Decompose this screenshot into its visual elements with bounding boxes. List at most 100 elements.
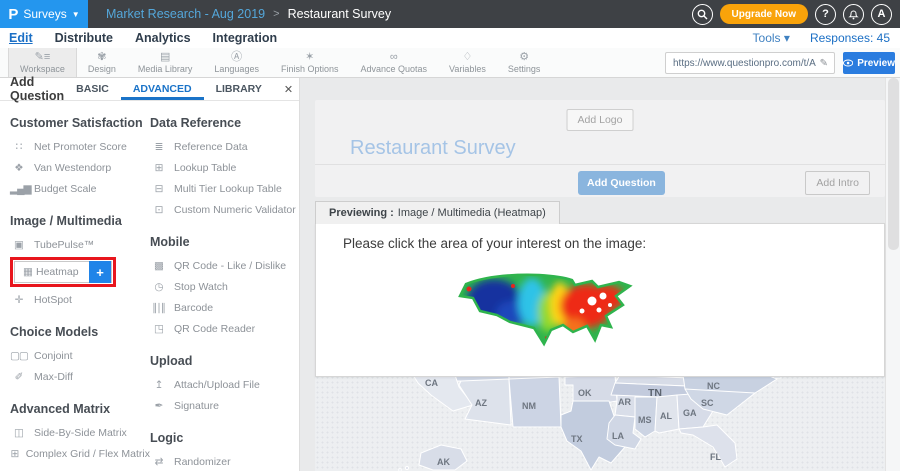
toolbar-workspace-button[interactable]: ✎≡ Workspace (8, 48, 77, 77)
cursor-target-icon: ✛ (10, 294, 27, 306)
survey-title[interactable]: Restaurant Survey (350, 137, 516, 160)
item-net-promoter-score[interactable]: ∷ Net Promoter Score (10, 136, 150, 157)
eye-icon (843, 59, 853, 67)
survey-url-input[interactable] (666, 58, 820, 69)
tools-menu[interactable]: Tools ▾ (753, 31, 790, 45)
preview-button[interactable]: Preview (843, 52, 895, 74)
notifications-button[interactable] (843, 4, 864, 25)
add-question-button[interactable]: Add Question (578, 171, 665, 195)
stopwatch-icon: ◷ (150, 281, 167, 293)
responses-count[interactable]: Responses: 45 (810, 31, 890, 45)
section-heading: Advanced Matrix (10, 402, 150, 416)
magic-wand-icon: ✶ (305, 51, 314, 63)
us-states-graphic: CA AZ NM OK AR TN NC SC MS AL GA TX LA F… (315, 375, 883, 471)
stacked-table-icon: ⊟ (150, 183, 167, 195)
qr-scanner-icon: ◳ (150, 323, 167, 335)
help-button[interactable]: ? (815, 4, 836, 25)
translate-icon: Ⓐ (231, 51, 242, 63)
item-qr-code-reader[interactable]: ◳ QR Code Reader (150, 318, 298, 339)
toolbar-media-library-button[interactable]: ▤ Media Library (127, 48, 204, 77)
chevron-down-icon: ▼ (72, 10, 80, 19)
state-label-ms: MS (638, 415, 652, 425)
avatar[interactable]: A (871, 4, 892, 25)
breadcrumb-separator: > (273, 8, 279, 20)
item-barcode[interactable]: ∥∣∥ Barcode (150, 297, 298, 318)
video-camera-icon: ▣ (10, 239, 27, 251)
item-signature[interactable]: ✒ Signature (150, 395, 298, 416)
nav-tab-distribute[interactable]: Distribute (55, 31, 113, 45)
toolbar-finish-options-button[interactable]: ✶ Finish Options (270, 48, 350, 77)
chain-links-icon: ∞ (390, 51, 398, 63)
nps-scale-icon: ∷ (10, 141, 27, 153)
item-lookup-table[interactable]: ⊞ Lookup Table (150, 157, 298, 178)
state-label-ok: OK (578, 388, 592, 398)
breadcrumb-current: Restaurant Survey (288, 7, 392, 21)
toolbar-variables-button[interactable]: ♢ Variables (438, 48, 497, 77)
item-complex-grid[interactable]: ⊞ Complex Grid / Flex Matrix (10, 443, 150, 464)
item-side-by-side-matrix[interactable]: ◫ Side-By-Side Matrix (10, 422, 150, 443)
question-text: Please click the area of your interest o… (343, 236, 646, 251)
us-heatmap-graphic (454, 270, 654, 355)
item-qr-code-like-dislike[interactable]: ▩ QR Code - Like / Dislike (150, 255, 298, 276)
add-logo-button[interactable]: Add Logo (567, 109, 634, 131)
item-conjoint[interactable]: ▢▢ Conjoint (10, 345, 150, 366)
item-randomizer[interactable]: ⇄ Randomizer (150, 451, 298, 471)
add-intro-button[interactable]: Add Intro (805, 171, 870, 195)
us-states-map[interactable]: CA AZ NM OK AR TN NC SC MS AL GA TX LA F… (315, 375, 885, 471)
scrollbar-track[interactable] (885, 78, 900, 471)
heatmap-highlight-box: ▦ Heatmap + (10, 257, 116, 287)
chevron-down-icon: ▾ (784, 31, 790, 45)
nav-tab-edit[interactable]: Edit (9, 31, 33, 45)
section-choice-models: Choice Models ▢▢ Conjoint ✐ Max-Diff (10, 325, 150, 387)
item-hotspot[interactable]: ✛ HotSpot (10, 289, 150, 310)
item-custom-numeric-validator[interactable]: ⊡ Custom Numeric Validator (150, 199, 298, 220)
section-heading: Data Reference (150, 116, 298, 130)
state-label-tn: TN (648, 387, 662, 399)
section-mobile: Mobile ▩ QR Code - Like / Dislike ◷ Stop… (150, 235, 298, 339)
previewing-prefix: Previewing : (329, 207, 394, 219)
section-heading: Upload (150, 354, 298, 368)
nav-tab-integration[interactable]: Integration (213, 31, 278, 45)
toolbar-settings-button[interactable]: ⚙ Settings (497, 48, 552, 77)
add-heatmap-button[interactable]: + (89, 261, 111, 283)
heatmap-image[interactable] (454, 270, 654, 360)
upgrade-now-button[interactable]: Upgrade Now (720, 4, 808, 24)
tab-basic[interactable]: BASIC (64, 78, 121, 100)
section-heading: Logic (150, 431, 298, 445)
state-label-al: AL (660, 411, 672, 421)
close-panel-button[interactable]: ✕ (274, 78, 303, 100)
item-reference-data[interactable]: ≣ Reference Data (150, 136, 298, 157)
toolbar-advance-quotas-button[interactable]: ∞ Advance Quotas (349, 48, 438, 77)
section-heading: Mobile (150, 235, 298, 249)
item-attach-upload-file[interactable]: ↥ Attach/Upload File (150, 374, 298, 395)
add-question-panel: Add Question BASIC ADVANCED LIBRARY ✕ Cu… (0, 78, 300, 471)
heatmap-question-preview: Please click the area of your interest o… (315, 223, 885, 377)
tab-library[interactable]: LIBRARY (204, 78, 274, 100)
item-van-westendorp[interactable]: ❖ Van Westendorp (10, 157, 150, 178)
top-bar: P Surveys ▼ Market Research - Aug 2019 >… (0, 0, 900, 28)
divider (315, 164, 885, 165)
surveys-menu[interactable]: P Surveys ▼ (0, 0, 88, 28)
item-tubepulse[interactable]: ▣ TubePulse™ (10, 234, 150, 255)
tab-advanced[interactable]: ADVANCED (121, 78, 204, 100)
surveys-menu-label: Surveys (23, 7, 66, 21)
scrollbar-thumb[interactable] (888, 78, 899, 250)
previewing-value: Image / Multimedia (Heatmap) (398, 207, 546, 219)
state-label-tx: TX (571, 434, 583, 444)
breadcrumb-folder[interactable]: Market Research - Aug 2019 (106, 7, 265, 21)
item-heatmap[interactable]: ▦ Heatmap + (14, 261, 112, 283)
item-stop-watch[interactable]: ◷ Stop Watch (150, 276, 298, 297)
state-label-ak: AK (437, 457, 450, 467)
edit-toolbar: ✎≡ Workspace ✾ Design ▤ Media Library Ⓐ … (0, 48, 900, 78)
nav-tab-analytics[interactable]: Analytics (135, 31, 191, 45)
item-max-diff[interactable]: ✐ Max-Diff (10, 366, 150, 387)
state-label-ar: AR (618, 397, 631, 407)
cards-icon: ▢▢ (10, 350, 27, 362)
qr-code-icon: ▩ (150, 260, 167, 272)
edit-url-pencil-icon[interactable]: ✎ (820, 58, 834, 69)
item-budget-scale[interactable]: ▂▄▆ Budget Scale (10, 178, 150, 199)
toolbar-languages-button[interactable]: Ⓐ Languages (203, 48, 270, 77)
toolbar-design-button[interactable]: ✾ Design (77, 48, 127, 77)
item-multi-tier-lookup-table[interactable]: ⊟ Multi Tier Lookup Table (150, 178, 298, 199)
search-button[interactable] (692, 4, 713, 25)
